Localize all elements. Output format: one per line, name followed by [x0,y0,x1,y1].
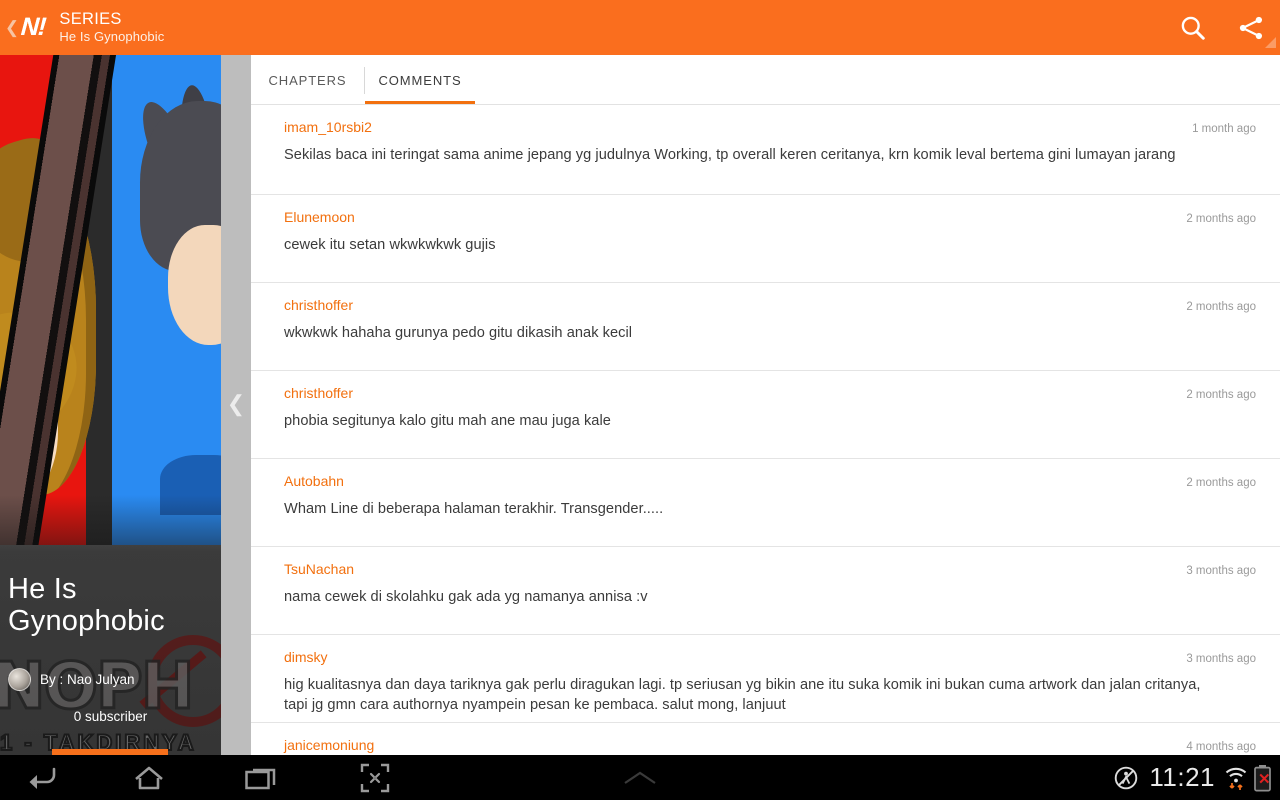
tab-chapters[interactable]: CHAPTERS [251,55,364,105]
comment-username[interactable]: TsuNachan [284,561,354,577]
series-title: He Is Gynophobic [8,573,213,638]
series-title-line-1: He Is [8,573,77,605]
home-icon [135,766,163,789]
status-cluster[interactable]: 11:21 ✕ [1113,755,1272,800]
comment-username[interactable]: janicemoniung [284,737,374,753]
content-pane: CHAPTERS COMMENTS imam_10rsbi2 1 month a… [251,55,1280,755]
back-arrow-icon [29,767,56,789]
status-clock: 11:21 [1149,762,1215,792]
comment-item[interactable]: Elunemoon 2 months ago cewek itu setan w… [251,195,1280,283]
nav-recent-apps-button[interactable] [225,755,299,800]
comment-item[interactable]: Autobahn 2 months ago Wham Line di beber… [251,459,1280,547]
comment-header: imam_10rsbi2 1 month ago [284,119,1256,135]
chevron-up-icon [624,771,656,784]
comment-timestamp: 3 months ago [1186,565,1256,577]
comment-item[interactable]: christhoffer 2 months ago wkwkwk hahaha … [251,283,1280,371]
comment-timestamp: 2 months ago [1186,477,1256,489]
comment-timestamp: 2 months ago [1186,389,1256,401]
comment-username[interactable]: Autobahn [284,473,344,489]
wifi-icon [1225,767,1247,790]
comment-text: Sekilas baca ini teringat sama anime jep… [284,147,1176,163]
comment-text: hig kualitasnya dan daya tariknya gak pe… [284,677,1201,714]
appbar-titles: SERIES He Is Gynophobic [59,10,164,44]
comment-text: wkwkwk hahaha gurunya pedo gitu dikasih … [284,325,633,341]
share-icon [1239,16,1262,39]
comment-header: Autobahn 2 months ago [284,473,1256,489]
author-row[interactable]: By : Nao Julyan [8,668,135,691]
comment-header: TsuNachan 3 months ago [284,561,1256,577]
battery-error-icon: ✕ [1253,764,1272,792]
comment-item[interactable]: imam_10rsbi2 1 month ago Sekilas baca in… [251,105,1280,195]
search-icon [1181,16,1205,40]
recent-apps-icon [245,768,276,789]
panel-collapse-handle[interactable]: ❮ [221,55,251,755]
page-title: SERIES [59,10,122,29]
comment-timestamp: 2 months ago [1186,301,1256,313]
search-button[interactable] [1164,0,1222,55]
comment-timestamp: 3 months ago [1186,653,1256,665]
comment-header: christhoffer 2 months ago [284,297,1256,313]
series-title-line-2: Gynophobic [8,605,165,638]
overflow-indicator-icon[interactable] [1265,37,1276,48]
page-subtitle: He Is Gynophobic [59,28,165,44]
nav-screenshot-button[interactable] [338,755,412,800]
comment-username[interactable]: imam_10rsbi2 [284,119,372,135]
subscriber-count: 0 subscriber [73,709,148,724]
android-tablet-screen: ❮ N! SERIES He Is Gynophobic He Is Gynop… [0,0,1280,800]
comment-header: dimsky 3 months ago [284,649,1256,665]
nav-expand-button[interactable] [603,755,677,800]
comment-item[interactable]: dimsky 3 months ago hig kualitasnya dan … [251,635,1280,723]
comment-item[interactable]: christhoffer 2 months ago phobia segitun… [251,371,1280,459]
tab-comments[interactable]: COMMENTS [365,55,475,105]
tab-bar: CHAPTERS COMMENTS [251,55,1280,105]
system-navigation-bar: 11:21 ✕ [0,755,1280,800]
comment-timestamp: 4 months ago [1186,741,1256,753]
comment-timestamp: 1 month ago [1192,123,1256,135]
avatar [8,668,31,691]
comment-username[interactable]: dimsky [284,649,328,665]
back-chevron-icon[interactable]: ❮ [4,19,20,36]
nav-back-button[interactable] [4,755,78,800]
comment-username[interactable]: christhoffer [284,297,353,313]
comment-timestamp: 2 months ago [1186,213,1256,225]
comment-header: christhoffer 2 months ago [284,385,1256,401]
comment-text: phobia segitunya kalo gitu mah ane mau j… [284,413,611,429]
chevron-left-icon: ❮ [226,391,246,416]
nav-home-button[interactable] [112,755,186,800]
comment-item[interactable]: janicemoniung 4 months ago [251,723,1280,755]
comment-item[interactable]: TsuNachan 3 months ago nama cewek di sko… [251,547,1280,635]
comment-text: nama cewek di skolahku gak ada yg namany… [284,589,648,605]
series-info-panel: NOPH 1 - TAKDIRNYA P LOG le pr He Is Gyn… [0,55,221,755]
comment-text: cewek itu setan wkwkwkwk gujis [284,237,496,253]
screenshot-icon [360,763,390,792]
app-bar: ❮ N! SERIES He Is Gynophobic [0,0,1280,55]
comment-username[interactable]: Elunemoon [284,209,355,225]
share-button[interactable] [1222,0,1280,55]
author-name: By : Nao Julyan [40,672,135,687]
comment-header: janicemoniung 4 months ago [284,737,1256,753]
silent-mode-icon [1115,766,1138,789]
comment-text: Wham Line di beberapa halaman terakhir. … [284,501,664,517]
app-logo: N! [20,13,47,41]
comment-username[interactable]: christhoffer [284,385,353,401]
comment-header: Elunemoon 2 months ago [284,209,1256,225]
battery-error-mark: ✕ [1258,770,1271,788]
comments-list[interactable]: imam_10rsbi2 1 month ago Sekilas baca in… [251,105,1280,755]
